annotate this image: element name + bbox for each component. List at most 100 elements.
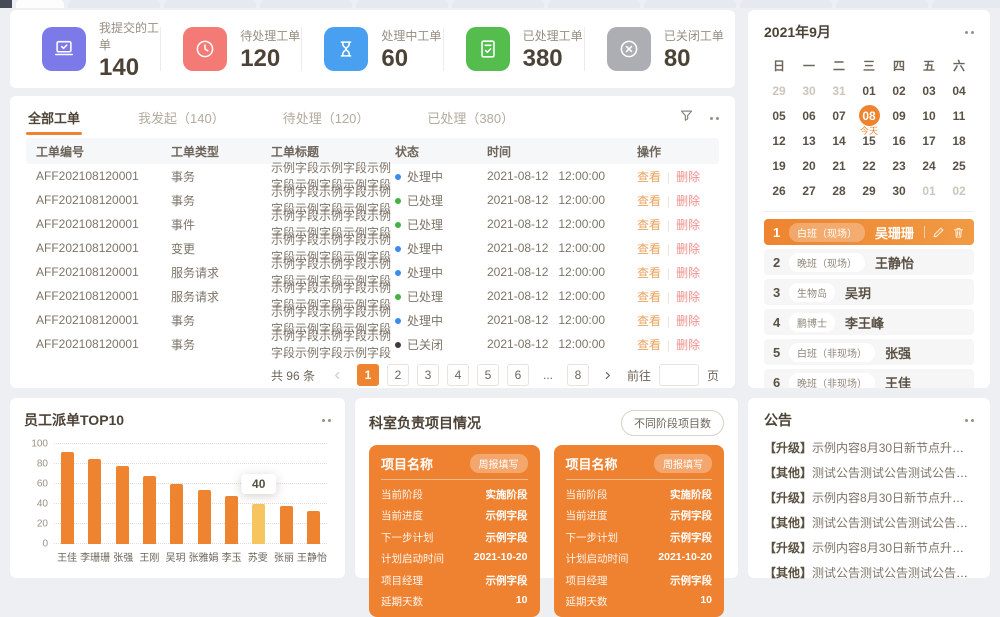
delete-link[interactable]: 删除: [676, 314, 700, 328]
calendar-day[interactable]: 13: [794, 128, 824, 153]
view-link[interactable]: 查看: [637, 194, 661, 208]
stat-card[interactable]: 待处理工单120: [160, 27, 301, 71]
calendar-day[interactable]: 30: [884, 178, 914, 203]
browser-tab[interactable]: [836, 0, 928, 8]
page-button[interactable]: 2: [387, 364, 409, 386]
view-link[interactable]: 查看: [637, 170, 661, 184]
calendar-day[interactable]: 19: [764, 153, 794, 178]
page-button[interactable]: 4: [447, 364, 469, 386]
bar-张丽[interactable]: [280, 506, 293, 544]
page-button[interactable]: 8: [567, 364, 589, 386]
announcement-item[interactable]: 【其他】测试公告测试公告测试公告测试公告测试公告: [764, 461, 974, 486]
calendar-day[interactable]: 31: [824, 78, 854, 103]
announcement-item[interactable]: 【其他】测试公告测试公告测试公告测试公告测试公告: [764, 511, 974, 536]
view-link[interactable]: 查看: [637, 290, 661, 304]
browser-tab[interactable]: [548, 0, 640, 8]
announcements-more-icon[interactable]: [965, 419, 968, 422]
page-button[interactable]: 3: [417, 364, 439, 386]
weekly-report-badge[interactable]: 周报填写: [654, 454, 712, 473]
calendar-day[interactable]: 07: [824, 103, 854, 128]
calendar-day[interactable]: 29: [854, 178, 884, 203]
page-button[interactable]: 1: [357, 364, 379, 386]
browser-tab[interactable]: [164, 0, 256, 8]
tab-全部工单[interactable]: 全部工单: [26, 102, 82, 135]
tab-我发起（140）[interactable]: 我发起（140）: [136, 102, 227, 135]
stat-card[interactable]: 处理中工单60: [301, 27, 442, 71]
project-card[interactable]: 项目名称周报填写当前阶段实施阶段当前进度示例字段下一步计划示例字段计划启动时间2…: [554, 445, 725, 617]
filter-icon[interactable]: [679, 108, 694, 128]
delete-link[interactable]: 删除: [676, 266, 700, 280]
stage-count-button[interactable]: 不同阶段项目数: [621, 410, 724, 436]
browser-tab[interactable]: [260, 0, 352, 8]
view-link[interactable]: 查看: [637, 266, 661, 280]
more-menu-icon[interactable]: [710, 117, 713, 120]
calendar-day[interactable]: 12: [764, 128, 794, 153]
announcement-item[interactable]: 【升级】示例内容8月30日新节点升级计划通知: [764, 536, 974, 561]
calendar-day[interactable]: 10: [914, 103, 944, 128]
browser-tab[interactable]: [932, 0, 1000, 8]
view-link[interactable]: 查看: [637, 314, 661, 328]
browser-tab[interactable]: [740, 0, 832, 8]
duty-row[interactable]: 1白班（现场）吴珊珊: [764, 219, 974, 245]
project-card[interactable]: 项目名称周报填写当前阶段实施阶段当前进度示例字段下一步计划示例字段计划启动时间2…: [369, 445, 540, 617]
duty-row[interactable]: 4鹏博士李王峰: [764, 309, 974, 335]
announcement-item[interactable]: 【升级】示例内容8月30日新节点升级计划通知: [764, 436, 974, 461]
page-button[interactable]: 6: [507, 364, 529, 386]
browser-tab[interactable]: [644, 0, 736, 8]
calendar-day[interactable]: 17: [914, 128, 944, 153]
browser-tab[interactable]: [452, 0, 544, 8]
page-button[interactable]: 5: [477, 364, 499, 386]
calendar-day[interactable]: 28: [824, 178, 854, 203]
calendar-day[interactable]: 20: [794, 153, 824, 178]
calendar-day[interactable]: 09: [884, 103, 914, 128]
duty-row[interactable]: 2晚班（现场）王静怡: [764, 249, 974, 275]
tab-待处理（120）[interactable]: 待处理（120）: [281, 102, 372, 135]
calendar-day[interactable]: 15: [854, 128, 884, 153]
duty-row[interactable]: 3生物岛吴玥: [764, 279, 974, 305]
calendar-day[interactable]: 23: [884, 153, 914, 178]
bar-王静怡[interactable]: [307, 511, 320, 544]
calendar-day[interactable]: 30: [794, 78, 824, 103]
bar-张雅娟[interactable]: [198, 490, 211, 544]
browser-tab[interactable]: [356, 0, 448, 8]
pencil-icon[interactable]: [932, 226, 945, 239]
calendar-day[interactable]: 29: [764, 78, 794, 103]
calendar-day[interactable]: 14: [824, 128, 854, 153]
stat-card[interactable]: 已处理工单380: [443, 27, 584, 71]
calendar-day[interactable]: 02: [884, 78, 914, 103]
calendar-day[interactable]: 25: [944, 153, 974, 178]
calendar-day[interactable]: 06: [794, 103, 824, 128]
calendar-day[interactable]: 16: [884, 128, 914, 153]
duty-row[interactable]: 6晚班（非现场）王佳: [764, 369, 974, 388]
view-link[interactable]: 查看: [637, 218, 661, 232]
bar-吴玥[interactable]: [170, 484, 183, 544]
calendar-day[interactable]: 22: [854, 153, 884, 178]
stat-card[interactable]: 我提交的工单140: [20, 19, 160, 80]
chart-more-icon[interactable]: [322, 419, 325, 422]
calendar-more-icon[interactable]: [965, 31, 968, 34]
duty-row[interactable]: 5白班（非现场）张强: [764, 339, 974, 365]
calendar-day[interactable]: 01: [914, 178, 944, 203]
bar-王刚[interactable]: [143, 476, 156, 544]
delete-link[interactable]: 删除: [676, 170, 700, 184]
browser-tab[interactable]: [68, 0, 160, 8]
calendar-day[interactable]: 18: [944, 128, 974, 153]
calendar-day[interactable]: 11: [944, 103, 974, 128]
calendar-day[interactable]: 26: [764, 178, 794, 203]
bar-苏雯[interactable]: [252, 504, 265, 544]
bar-王佳[interactable]: [61, 452, 74, 544]
delete-link[interactable]: 删除: [676, 218, 700, 232]
view-link[interactable]: 查看: [637, 242, 661, 256]
bar-张强[interactable]: [116, 466, 129, 544]
view-link[interactable]: 查看: [637, 338, 661, 352]
bar-李珊珊[interactable]: [88, 459, 101, 544]
calendar-day[interactable]: 03: [914, 78, 944, 103]
calendar-day[interactable]: 27: [794, 178, 824, 203]
calendar-day[interactable]: 24: [914, 153, 944, 178]
calendar-day[interactable]: 04: [944, 78, 974, 103]
browser-tab-active[interactable]: [16, 0, 64, 8]
bar-李玉[interactable]: [225, 496, 238, 544]
goto-page-input[interactable]: [659, 364, 699, 386]
stat-card[interactable]: 已关闭工单80: [584, 27, 725, 71]
announcement-item[interactable]: 【其他】测试公告测试公告测试公告测试公告测试公告: [764, 561, 974, 586]
